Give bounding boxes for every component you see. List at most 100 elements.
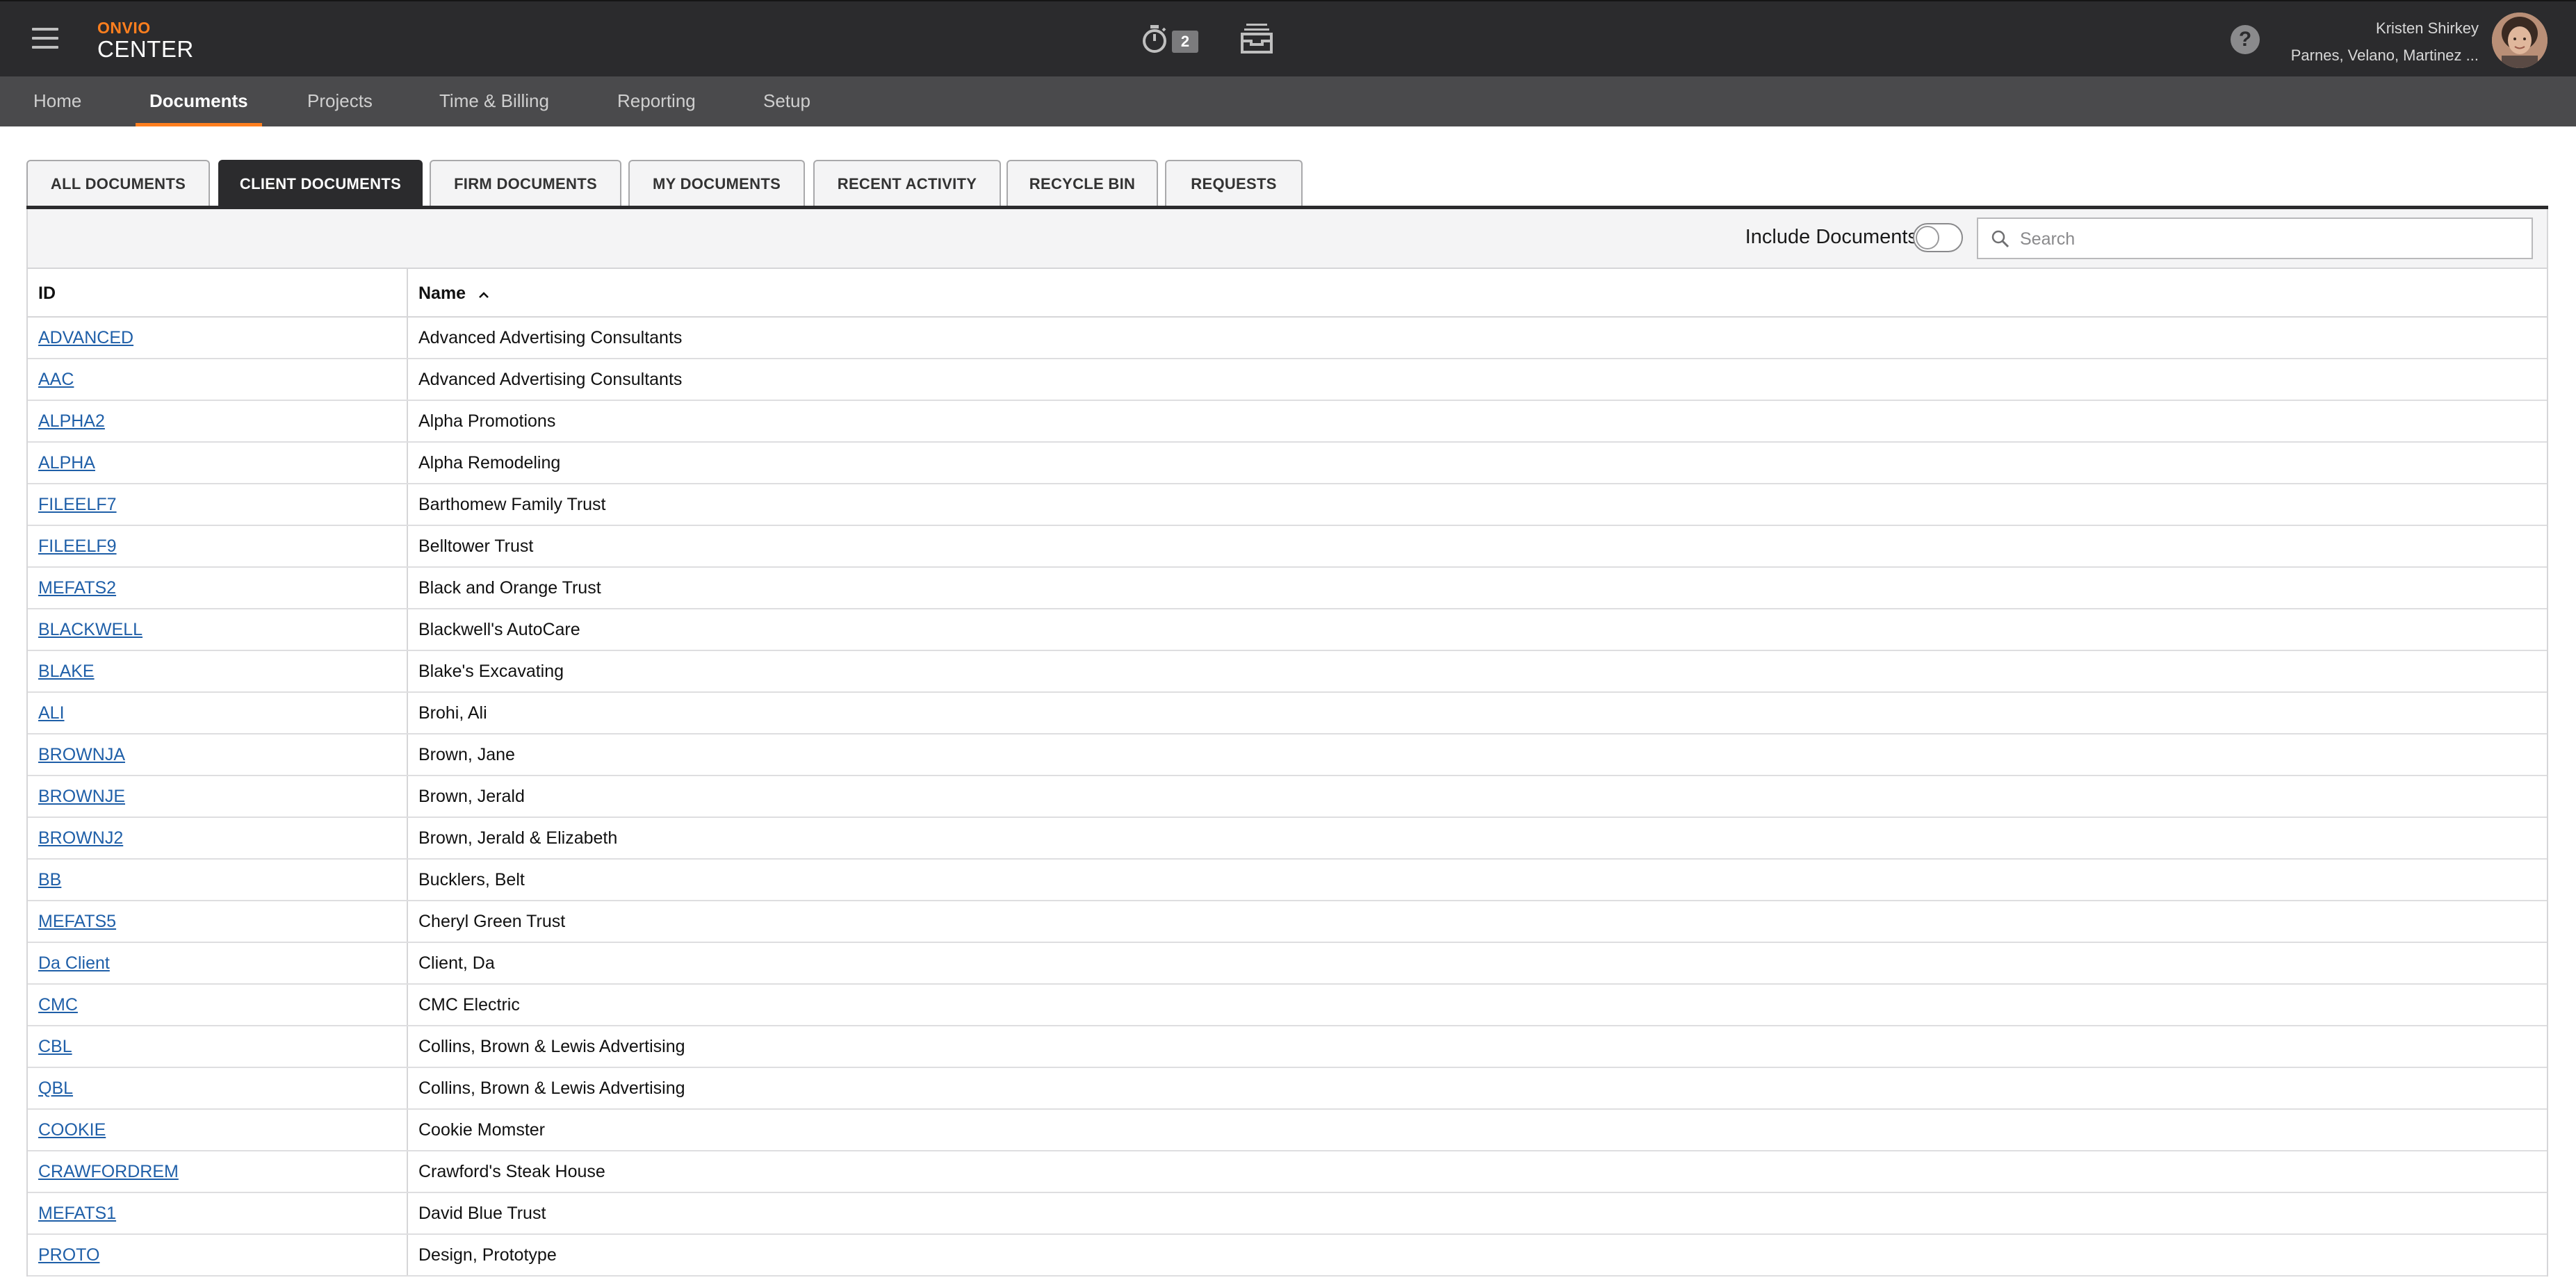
toolbar: Include Documents	[26, 209, 2548, 268]
table-row: AAC Advanced Advertising Consultants	[28, 359, 2547, 401]
client-id-link[interactable]: AAC	[38, 359, 74, 400]
client-id-link[interactable]: PROTO	[38, 1235, 99, 1275]
table-row: BB Bucklers, Belt	[28, 860, 2547, 901]
client-name: Client, Da	[418, 953, 495, 973]
client-name: Blake's Excavating	[418, 662, 564, 681]
client-id-link[interactable]: BLACKWELL	[38, 609, 142, 650]
tab-recent-activity[interactable]: RECENT ACTIVITY	[813, 160, 1001, 207]
column-divider	[407, 568, 408, 608]
client-id-link[interactable]: BB	[38, 860, 61, 900]
user-menu[interactable]: Kristen Shirkey Parnes, Velano, Martinez…	[2291, 18, 2479, 67]
column-divider	[407, 818, 408, 858]
sort-ascending-icon	[478, 270, 490, 318]
client-id-link[interactable]: FILEELF9	[38, 526, 117, 566]
column-divider	[407, 776, 408, 817]
tab-recycle-bin[interactable]: RECYCLE BIN	[1006, 160, 1158, 207]
client-name: Brown, Jerald	[418, 787, 525, 806]
client-id-link[interactable]: COOKIE	[38, 1110, 106, 1150]
client-id-link[interactable]: CMC	[38, 985, 78, 1025]
client-id-link[interactable]: ADVANCED	[38, 318, 133, 358]
client-id-link[interactable]: BROWNJ2	[38, 818, 123, 858]
client-name: Barthomew Family Trust	[418, 495, 606, 514]
user-name: Kristen Shirkey	[2376, 19, 2479, 37]
nav-home[interactable]: Home	[33, 76, 81, 126]
table-row: CRAWFORDREM Crawford's Steak House	[28, 1151, 2547, 1193]
help-icon[interactable]: ?	[2231, 25, 2260, 54]
table-row: BROWNJE Brown, Jerald	[28, 776, 2547, 818]
tab-requests[interactable]: REQUESTS	[1165, 160, 1303, 207]
column-divider	[407, 651, 408, 691]
client-id-link[interactable]: Da Client	[38, 943, 110, 983]
table-row: Da Client Client, Da	[28, 943, 2547, 985]
tab-my-documents[interactable]: MY DOCUMENTS	[628, 160, 805, 207]
nav-documents[interactable]: Documents	[136, 76, 262, 126]
column-divider	[407, 443, 408, 483]
column-divider	[407, 401, 408, 441]
client-id-link[interactable]: BLAKE	[38, 651, 95, 691]
menu-icon[interactable]	[32, 28, 58, 49]
table-row: ALI Brohi, Ali	[28, 693, 2547, 735]
column-divider	[407, 985, 408, 1025]
client-id-link[interactable]: BROWNJE	[38, 776, 125, 817]
client-name: Crawford's Steak House	[418, 1162, 605, 1181]
nav-setup[interactable]: Setup	[763, 76, 810, 126]
client-id-link[interactable]: ALI	[38, 693, 65, 733]
table-row: BLAKE Blake's Excavating	[28, 651, 2547, 693]
search-box[interactable]	[1977, 218, 2533, 259]
inbox-tray-icon[interactable]	[1240, 22, 1273, 54]
table-row: CBL Collins, Brown & Lewis Advertising	[28, 1026, 2547, 1068]
column-divider	[407, 526, 408, 566]
nav-projects[interactable]: Projects	[307, 76, 373, 126]
client-id-link[interactable]: CRAWFORDREM	[38, 1151, 179, 1192]
client-name: Cheryl Green Trust	[418, 912, 566, 931]
table-row: BLACKWELL Blackwell's AutoCare	[28, 609, 2547, 651]
app-logo[interactable]: ONVIO CENTER	[97, 19, 194, 63]
search-icon	[1991, 230, 2010, 248]
client-id-link[interactable]: MEFATS2	[38, 568, 116, 608]
client-id-link[interactable]: CBL	[38, 1026, 72, 1067]
column-divider	[407, 1068, 408, 1108]
client-id-link[interactable]: MEFATS5	[38, 901, 116, 942]
nav-home-label: Home	[33, 90, 82, 111]
client-id-link[interactable]: BROWNJA	[38, 735, 125, 775]
nav-reporting[interactable]: Reporting	[617, 76, 696, 126]
client-id-link[interactable]: FILEELF7	[38, 484, 117, 525]
client-name: Cookie Momster	[418, 1120, 545, 1140]
column-divider	[407, 1235, 408, 1275]
include-documents-toggle[interactable]	[1913, 223, 1963, 252]
avatar[interactable]	[2492, 13, 2548, 68]
column-divider	[407, 269, 408, 316]
client-id-link[interactable]: ALPHA	[38, 443, 95, 483]
column-divider	[407, 901, 408, 942]
nav-documents-label: Documents	[149, 90, 248, 111]
tab-firm-documents[interactable]: FIRM DOCUMENTS	[430, 160, 621, 207]
client-table: ID Name ADVANCED Advanced Advertising Con…	[26, 268, 2548, 1277]
tab-client-documents[interactable]: CLIENT DOCUMENTS	[218, 160, 423, 207]
nav-setup-label: Setup	[763, 90, 810, 111]
column-header-id[interactable]: ID	[38, 269, 56, 318]
top-bar: ONVIO CENTER 2 ? Kristen Shirkey Parnes,…	[0, 0, 2576, 76]
column-divider	[407, 860, 408, 900]
table-row: BROWNJA Brown, Jane	[28, 735, 2547, 776]
search-input[interactable]	[2019, 224, 2522, 254]
table-row: CMC CMC Electric	[28, 985, 2547, 1026]
column-divider	[407, 359, 408, 400]
tab-all-documents[interactable]: ALL DOCUMENTS	[26, 160, 210, 207]
table-row: PROTO Design, Prototype	[28, 1235, 2547, 1277]
brand-app: CENTER	[97, 36, 194, 62]
client-name: Collins, Brown & Lewis Advertising	[418, 1078, 685, 1098]
column-divider	[407, 693, 408, 733]
client-id-link[interactable]: ALPHA2	[38, 401, 105, 441]
client-id-link[interactable]: MEFATS1	[38, 1193, 116, 1233]
client-id-link[interactable]: QBL	[38, 1068, 73, 1108]
nav-time-billing[interactable]: Time & Billing	[439, 76, 549, 126]
nav-projects-label: Projects	[307, 90, 373, 111]
table-row: BROWNJ2 Brown, Jerald & Elizabeth	[28, 818, 2547, 860]
table-row: FILEELF9 Belltower Trust	[28, 526, 2547, 568]
timer-button[interactable]: 2	[1140, 24, 1203, 54]
nav-time-billing-label: Time & Billing	[439, 90, 549, 111]
active-nav-indicator	[136, 123, 262, 126]
client-name: Advanced Advertising Consultants	[418, 370, 683, 389]
column-header-name[interactable]: Name	[418, 269, 490, 318]
client-name: Blackwell's AutoCare	[418, 620, 580, 639]
